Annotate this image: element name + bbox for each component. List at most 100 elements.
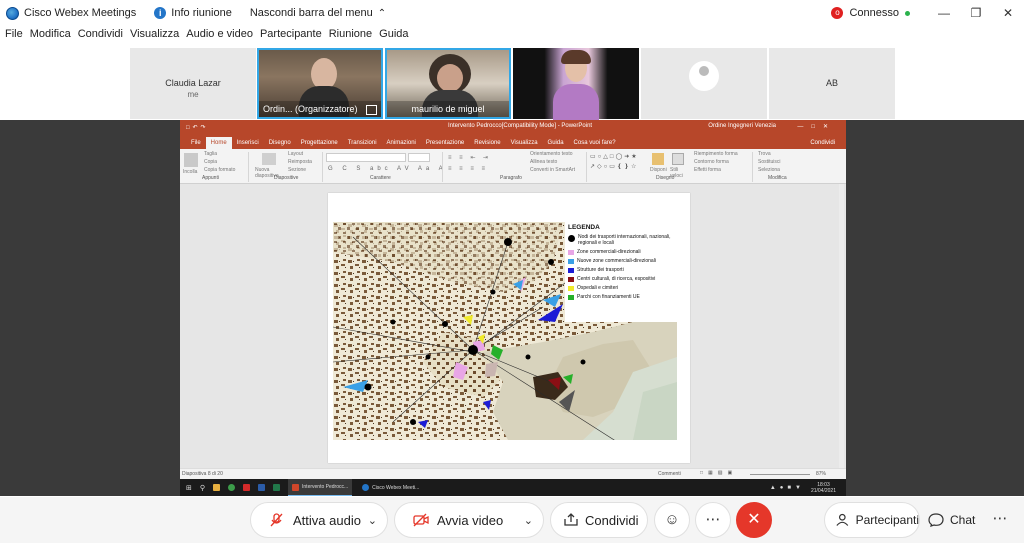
reset-button[interactable]: Reimposta: [288, 159, 312, 165]
share-button[interactable]: Condividi: [550, 502, 648, 538]
ppt-tab-visualizza[interactable]: Visualizza: [506, 137, 543, 149]
taskbar-powerpoint[interactable]: Intervento Pedrocc...: [288, 479, 353, 496]
chevron-down-icon[interactable]: ⌄: [368, 514, 377, 527]
section-button[interactable]: Sezione: [288, 167, 306, 173]
chevron-down-icon[interactable]: ⌄: [524, 514, 533, 527]
select-button[interactable]: Seleziona: [758, 167, 780, 173]
chat-button[interactable]: Chat: [922, 502, 980, 538]
ppt-ribbon-tabs: File Home Inserisci Disegno Progettazion…: [180, 134, 846, 149]
menu-condividi[interactable]: Condividi: [78, 28, 123, 46]
shape-fill-button[interactable]: Riempimento forma: [694, 151, 738, 157]
paste-icon[interactable]: [184, 153, 198, 167]
font-size-field[interactable]: [408, 153, 430, 162]
close-icon[interactable]: ✕: [992, 6, 1024, 20]
ppt-tab-transizioni[interactable]: Transizioni: [343, 137, 382, 149]
participants-button[interactable]: Partecipanti: [824, 502, 920, 538]
ppt-tab-file[interactable]: File: [186, 137, 206, 149]
participant-tile-video[interactable]: [513, 48, 639, 120]
participant-tile-ab[interactable]: AB: [769, 48, 895, 119]
ppt-tell-me[interactable]: Cosa vuoi fare?: [569, 137, 621, 149]
menu-file[interactable]: File: [5, 28, 23, 46]
arrange-button[interactable]: Disponi: [650, 167, 667, 173]
ppt-tab-home[interactable]: Home: [205, 137, 232, 149]
map-image: LEGENDA Nodi dei trasporti internazional…: [333, 222, 677, 440]
shapes-gallery[interactable]: ▭○△□◯➜★: [590, 153, 639, 160]
find-button[interactable]: Trova: [758, 151, 771, 157]
ppt-tab-guida[interactable]: Guida: [543, 137, 569, 149]
shape-effects-button[interactable]: Effetti forma: [694, 167, 721, 173]
menu-audio-video[interactable]: Audio e video: [186, 28, 253, 46]
format-painter-button[interactable]: Copia formato: [204, 167, 235, 173]
view-buttons-icon[interactable]: □▦▧▣: [700, 470, 737, 476]
align-text-button[interactable]: Allinea testo: [530, 159, 557, 165]
restore-icon[interactable]: ❐: [960, 6, 992, 20]
minimize-icon[interactable]: —: [928, 6, 960, 20]
ppt-tab-presentazione[interactable]: Presentazione: [421, 137, 469, 149]
word-icon[interactable]: [258, 484, 266, 491]
slide-scrollbar[interactable]: [839, 184, 844, 468]
ppt-tab-revisione[interactable]: Revisione: [469, 137, 505, 149]
new-slide-icon[interactable]: [262, 153, 276, 165]
ppt-tab-inserisci[interactable]: Inserisci: [232, 137, 264, 149]
ppt-title-bar: □↶↷ Intervento Pedrocco[Compatibility Mo…: [180, 120, 846, 134]
font-name-field[interactable]: [326, 153, 406, 162]
excel-icon[interactable]: [273, 484, 281, 491]
more-options-button[interactable]: ⋯: [695, 502, 731, 538]
file-explorer-icon[interactable]: [213, 484, 221, 491]
acrobat-icon[interactable]: [243, 484, 251, 491]
ppt-tab-progettazione[interactable]: Progettazione: [296, 137, 343, 149]
legend-swatch: [568, 249, 574, 255]
more-panels-button[interactable]: ⋯: [982, 502, 1018, 538]
comments-button[interactable]: Commenti: [658, 471, 681, 477]
cut-button[interactable]: Taglia: [204, 151, 217, 157]
participant-tile-maurilio[interactable]: maurilio de miguel: [385, 48, 511, 119]
slide[interactable]: LEGENDA Nodi dei trasporti internazional…: [328, 193, 690, 463]
participant-tile-avatar[interactable]: [641, 48, 767, 119]
copy-button[interactable]: Copia: [204, 159, 217, 165]
menu-visualizza[interactable]: Visualizza: [130, 28, 179, 46]
zoom-slider[interactable]: [750, 474, 810, 475]
ppt-ribbon: Incolla Taglia Copia Copia formato Appun…: [180, 149, 846, 184]
align-icons[interactable]: ≡ ≡ ≡ ≡: [448, 166, 488, 172]
share-icon: [564, 513, 578, 526]
hide-menu-button[interactable]: Nascondi barra del menu ⌃: [250, 7, 386, 19]
ppt-tab-disegno[interactable]: Disegno: [264, 137, 296, 149]
system-clock[interactable]: 18:03 21/04/2021: [811, 482, 836, 494]
reactions-button[interactable]: ☺: [654, 502, 690, 538]
connection-status[interactable]: o Connesso: [831, 7, 910, 19]
replace-button[interactable]: Sostituisci: [758, 159, 781, 165]
legend-swatch: [568, 267, 574, 273]
info-riunione-button[interactable]: i Info riunione: [154, 7, 232, 19]
start-video-button[interactable]: Avvia video ⌄: [394, 502, 544, 538]
arrange-icon[interactable]: [652, 153, 664, 165]
system-tray-icons[interactable]: ▲●■▼: [770, 485, 805, 491]
text-direction-button[interactable]: Orientamento testo: [530, 151, 573, 157]
video-off-icon: [413, 513, 429, 527]
ppt-tab-animazioni[interactable]: Animazioni: [382, 137, 421, 149]
search-icon[interactable]: ⚲: [200, 484, 205, 492]
menu-partecipante[interactable]: Partecipante: [260, 28, 322, 46]
smartart-button[interactable]: Converti in SmartArt: [530, 167, 575, 173]
ppt-share-button[interactable]: Condividi: [805, 137, 840, 149]
menu-riunione[interactable]: Riunione: [329, 28, 372, 46]
font-style-icons[interactable]: G C S abc AV Aa A: [328, 166, 447, 172]
ppt-status-bar: Diapositiva 8 di 20 Commenti □▦▧▣ 87%: [180, 468, 846, 479]
end-meeting-button[interactable]: ✕: [736, 502, 772, 538]
shape-outline-button[interactable]: Contorno forma: [694, 159, 729, 165]
close-icon: ✕: [747, 511, 761, 528]
layout-button[interactable]: Layout: [288, 151, 303, 157]
menu-modifica[interactable]: Modifica: [30, 28, 71, 46]
participant-tile-host[interactable]: Ordin... (Organizzatore): [257, 48, 383, 119]
participants-icon: [836, 513, 849, 526]
chrome-icon[interactable]: [228, 484, 236, 491]
paste-button[interactable]: Incolla: [183, 169, 197, 175]
quick-styles-icon[interactable]: [672, 153, 684, 165]
participant-tile-me[interactable]: Claudia Lazar me: [130, 48, 256, 119]
windows-start-icon[interactable]: ⊞: [186, 484, 192, 492]
menu-guida[interactable]: Guida: [379, 28, 408, 46]
menu-bar: File Modifica Condividi Visualizza Audio…: [0, 28, 411, 46]
list-icons[interactable]: ≡ ≡ ⇤ ⇥: [448, 154, 491, 161]
taskbar-webex[interactable]: Cisco Webex Meeti...: [358, 479, 423, 496]
unmute-audio-button[interactable]: Attiva audio ⌄: [250, 502, 388, 538]
shapes-gallery-row2[interactable]: ↗◇○▭❴❵☆: [590, 163, 638, 170]
